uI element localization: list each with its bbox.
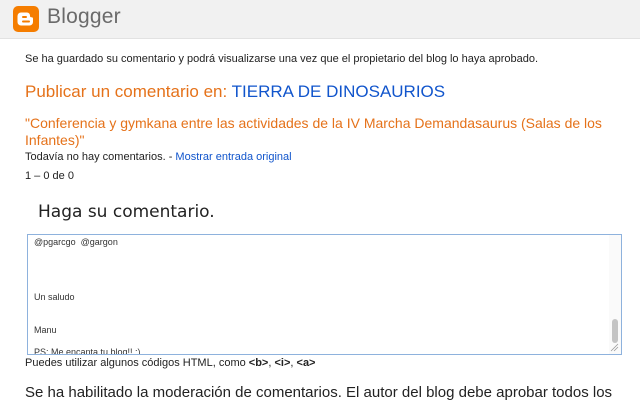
comment-line: Un saludo: [34, 292, 75, 302]
html-hint: Puedes utilizar algunos códigos HTML, co…: [25, 357, 316, 369]
html-code-bold: <b>: [248, 357, 269, 369]
html-code-link: <a>: [296, 357, 316, 369]
moderation-notice: Se ha habilitado la moderación de coment…: [25, 384, 613, 401]
comment-textarea[interactable]: @pgarcgo @gargon Un saludo Manu PS: Me enca…: [27, 234, 622, 355]
blogger-logo-icon[interactable]: [13, 6, 39, 32]
comment-line: [34, 314, 609, 325]
scrollbar-thumb[interactable]: [612, 319, 618, 343]
comment-line: [34, 248, 609, 259]
comment-form-heading: Haga su comentario.: [38, 202, 215, 222]
comment-line: [34, 336, 609, 347]
comment-line: [34, 281, 609, 292]
textarea-scrollbar[interactable]: [609, 235, 621, 354]
html-code-italic: <i>: [274, 357, 291, 369]
blog-name-link[interactable]: TIERRA DE DINOSAURIOS: [232, 82, 445, 101]
comment-line: [34, 270, 609, 281]
no-comments-row: Todavía no hay comentarios. - Mostrar en…: [25, 151, 292, 163]
no-comments-text: Todavía no hay comentarios. -: [25, 151, 176, 163]
comment-line: [34, 303, 609, 314]
comment-text[interactable]: @pgarcgo @gargon Un saludo Manu PS: Me enca…: [34, 237, 609, 355]
resize-grip-icon[interactable]: [609, 342, 619, 352]
comment-count: 1 – 0 de 0: [25, 170, 74, 182]
page: Blogger Se ha guardado su comentario y p…: [0, 0, 640, 411]
comment-line: Manu: [34, 325, 57, 335]
publish-heading: Publicar un comentario en: TIERRA DE DIN…: [25, 82, 445, 102]
comment-line: PS: Me encanta tu blog!! ;): [34, 347, 141, 355]
brand-name[interactable]: Blogger: [47, 5, 121, 29]
post-title: "Conferencia y gymkana entre las activid…: [25, 115, 602, 148]
comment-line: [34, 259, 609, 270]
publish-prefix: Publicar un comentario en:: [25, 82, 232, 101]
header-bar: Blogger: [0, 0, 640, 39]
show-original-post-link[interactable]: Mostrar entrada original: [175, 151, 291, 163]
comment-line: @pgarcgo @gargon: [34, 237, 118, 247]
saved-confirmation: Se ha guardado su comentario y podrá vis…: [25, 53, 539, 65]
html-hint-text: Puedes utilizar algunos códigos HTML, co…: [25, 357, 249, 369]
